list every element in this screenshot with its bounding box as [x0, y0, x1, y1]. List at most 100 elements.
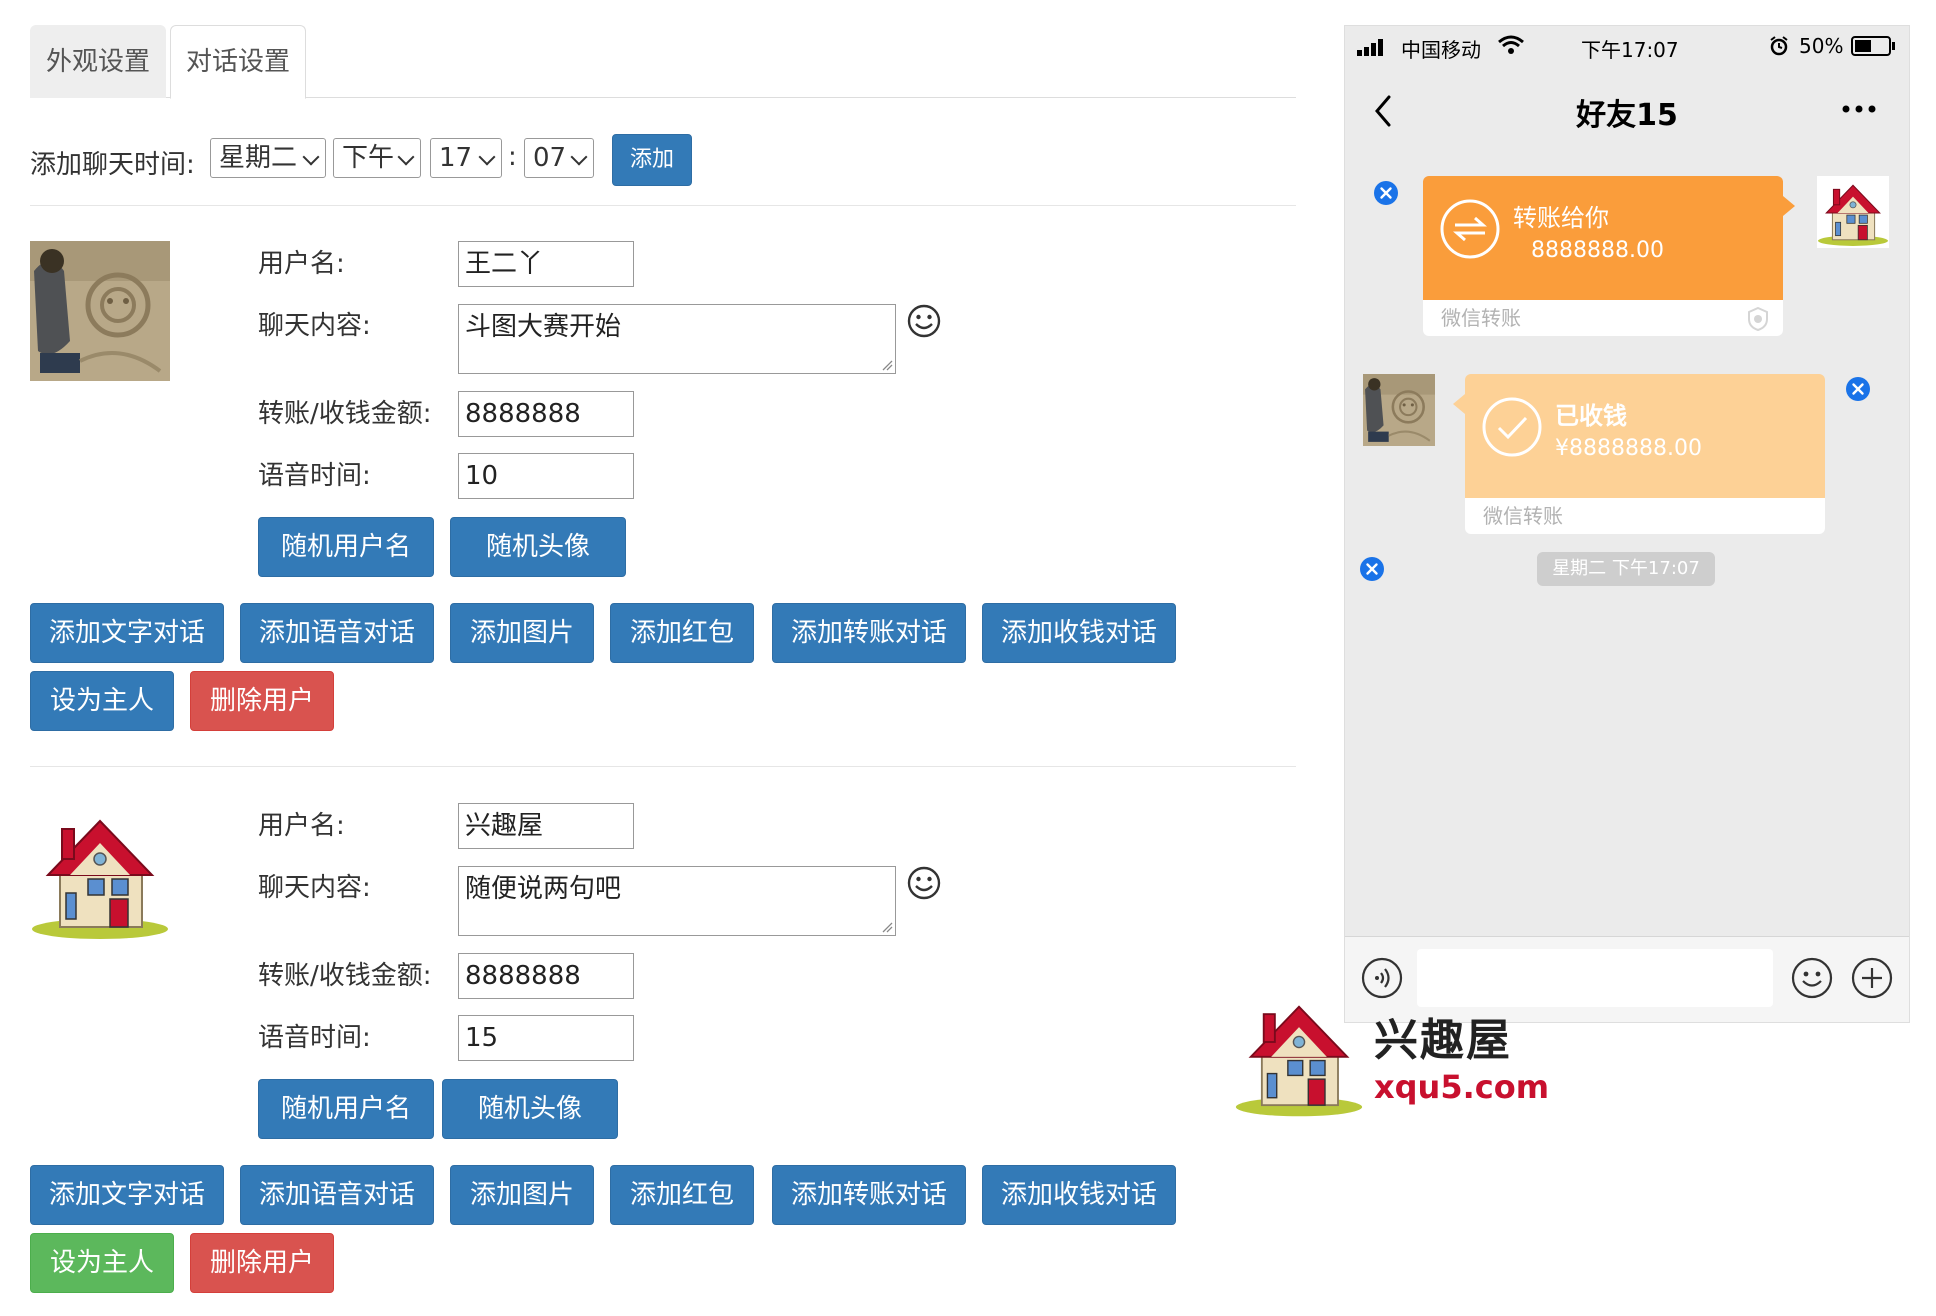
voice-time-input[interactable]: 10	[458, 453, 634, 499]
user-block-1: 用户名: 王二丫 聊天内容: 斗图大赛开始 转账/收钱金额: 8888888 语…	[30, 241, 1296, 731]
plus-circle-icon[interactable]	[1851, 957, 1893, 999]
sand-photo-avatar-icon	[1363, 374, 1435, 446]
transfer-message-bubble[interactable]: 转账给你 8888888.00 微信转账	[1423, 176, 1783, 336]
phone-preview: 中国移动 下午17:07 50% 好友15 转账给你 8888888.00 微信…	[1344, 25, 1910, 1023]
chat-header: 好友15	[1345, 70, 1909, 150]
add-voice-dialog-button[interactable]: 添加语音对话	[240, 1165, 434, 1225]
status-clock: 下午17:07	[1581, 38, 1679, 62]
chevron-down-icon	[302, 148, 320, 166]
add-time-button[interactable]: 添加	[612, 134, 692, 186]
minute-value: 07	[533, 143, 567, 173]
transfer-bubble-body: 转账给你 8888888.00	[1423, 176, 1783, 300]
house-logo-icon	[1232, 990, 1366, 1120]
random-avatar-button[interactable]: 随机头像	[442, 1079, 618, 1139]
user-block-2: 用户名: 兴趣屋 聊天内容: 随便说两句吧 转账/收钱金额: 8888888 语…	[30, 803, 1296, 1293]
delete-message-icon[interactable]	[1359, 556, 1385, 582]
transfer-footer-label: 微信转账	[1441, 306, 1521, 330]
amount-label: 转账/收钱金额:	[258, 961, 432, 991]
username-label: 用户名:	[258, 811, 345, 841]
add-image-button[interactable]: 添加图片	[450, 1165, 594, 1225]
username-label: 用户名:	[258, 249, 345, 279]
add-chat-time-label: 添加聊天时间:	[30, 150, 195, 180]
received-amount: ¥8888888.00	[1555, 436, 1702, 461]
received-footer: 微信转账	[1465, 498, 1825, 534]
status-bar: 中国移动 下午17:07 50%	[1345, 26, 1909, 66]
emoji-icon[interactable]	[1791, 957, 1833, 999]
house-avatar-icon	[30, 803, 170, 943]
weekday-select[interactable]: 星期二	[210, 138, 326, 178]
amount-input[interactable]: 8888888	[458, 391, 634, 437]
resize-grip-icon[interactable]	[881, 359, 893, 371]
set-owner-button[interactable]: 设为主人	[30, 1233, 174, 1293]
tab-appearance-settings[interactable]: 外观设置	[30, 25, 166, 98]
transfer-amount: 8888888.00	[1531, 238, 1664, 263]
amount-label: 转账/收钱金额:	[258, 399, 432, 429]
voice-time-label: 语音时间:	[258, 1023, 371, 1053]
hour-value: 17	[439, 143, 473, 173]
received-title: 已收钱	[1555, 402, 1627, 430]
tab-dialog-settings[interactable]: 对话设置	[170, 25, 306, 99]
received-footer-label: 微信转账	[1483, 504, 1563, 528]
add-red-packet-button[interactable]: 添加红包	[610, 603, 754, 663]
chevron-down-icon	[397, 148, 415, 166]
content-textarea[interactable]: 斗图大赛开始	[458, 304, 896, 374]
carrier-name: 中国移动	[1401, 38, 1481, 62]
more-options-icon[interactable]	[1841, 104, 1877, 114]
add-transfer-dialog-button[interactable]: 添加转账对话	[772, 603, 966, 663]
username-input[interactable]: 王二丫	[458, 241, 634, 287]
random-avatar-button[interactable]: 随机头像	[450, 517, 626, 577]
delete-user-button[interactable]: 删除用户	[190, 671, 334, 731]
chevron-down-icon	[570, 148, 588, 166]
received-message-bubble[interactable]: 已收钱 ¥8888888.00 微信转账	[1465, 374, 1825, 534]
set-owner-button[interactable]: 设为主人	[30, 671, 174, 731]
watermark-url: xqu5.com	[1374, 1068, 1550, 1106]
add-red-packet-button[interactable]: 添加红包	[610, 1165, 754, 1225]
battery-percent: 50%	[1799, 34, 1844, 58]
sand-photo-avatar-icon	[30, 241, 170, 381]
watermark-name: 兴趣屋	[1374, 1015, 1512, 1066]
ampm-select[interactable]: 下午	[333, 138, 421, 178]
avatar[interactable]	[30, 803, 170, 943]
add-receive-dialog-button[interactable]: 添加收钱对话	[982, 603, 1176, 663]
alarm-icon	[1770, 36, 1788, 56]
delete-user-button[interactable]: 删除用户	[190, 1233, 334, 1293]
hour-select[interactable]: 17	[430, 138, 502, 178]
bubble-tail-icon	[1783, 196, 1795, 216]
random-username-button[interactable]: 随机用户名	[258, 1079, 434, 1139]
bubble-tail-icon	[1453, 394, 1465, 414]
transfer-arrows-icon	[1440, 199, 1500, 259]
voice-time-label: 语音时间:	[258, 461, 371, 491]
emoji-icon[interactable]	[906, 865, 942, 901]
emoji-icon[interactable]	[906, 303, 942, 339]
divider	[30, 766, 1296, 767]
username-input[interactable]: 兴趣屋	[458, 803, 634, 849]
add-voice-dialog-button[interactable]: 添加语音对话	[240, 603, 434, 663]
content-label: 聊天内容:	[258, 873, 371, 903]
amount-input[interactable]: 8888888	[458, 953, 634, 999]
chat-avatar-right[interactable]	[1817, 176, 1889, 248]
random-username-button[interactable]: 随机用户名	[258, 517, 434, 577]
transfer-title: 转账给你	[1513, 204, 1609, 232]
content-textarea[interactable]: 随便说两句吧	[458, 866, 896, 936]
delete-message-icon[interactable]	[1373, 180, 1399, 206]
content-text: 随便说两句吧	[465, 874, 622, 904]
chevron-down-icon	[478, 148, 496, 166]
watermark: 兴趣屋 xqu5.com	[1232, 990, 1562, 1120]
add-image-button[interactable]: 添加图片	[450, 603, 594, 663]
chat-avatar-left[interactable]	[1363, 374, 1435, 446]
add-text-dialog-button[interactable]: 添加文字对话	[30, 603, 224, 663]
avatar[interactable]	[30, 241, 170, 381]
divider	[30, 205, 1296, 206]
add-receive-dialog-button[interactable]: 添加收钱对话	[982, 1165, 1176, 1225]
delete-message-icon[interactable]	[1845, 376, 1871, 402]
add-transfer-dialog-button[interactable]: 添加转账对话	[772, 1165, 966, 1225]
transfer-footer: 微信转账	[1423, 300, 1783, 336]
minute-select[interactable]: 07	[524, 138, 594, 178]
resize-grip-icon[interactable]	[881, 921, 893, 933]
battery-icon	[1851, 36, 1895, 56]
checkmark-circle-icon	[1482, 397, 1542, 457]
voice-time-input[interactable]: 15	[458, 1015, 634, 1061]
content-label: 聊天内容:	[258, 311, 371, 341]
add-text-dialog-button[interactable]: 添加文字对话	[30, 1165, 224, 1225]
tab-bar: 外观设置 对话设置	[30, 25, 1296, 99]
